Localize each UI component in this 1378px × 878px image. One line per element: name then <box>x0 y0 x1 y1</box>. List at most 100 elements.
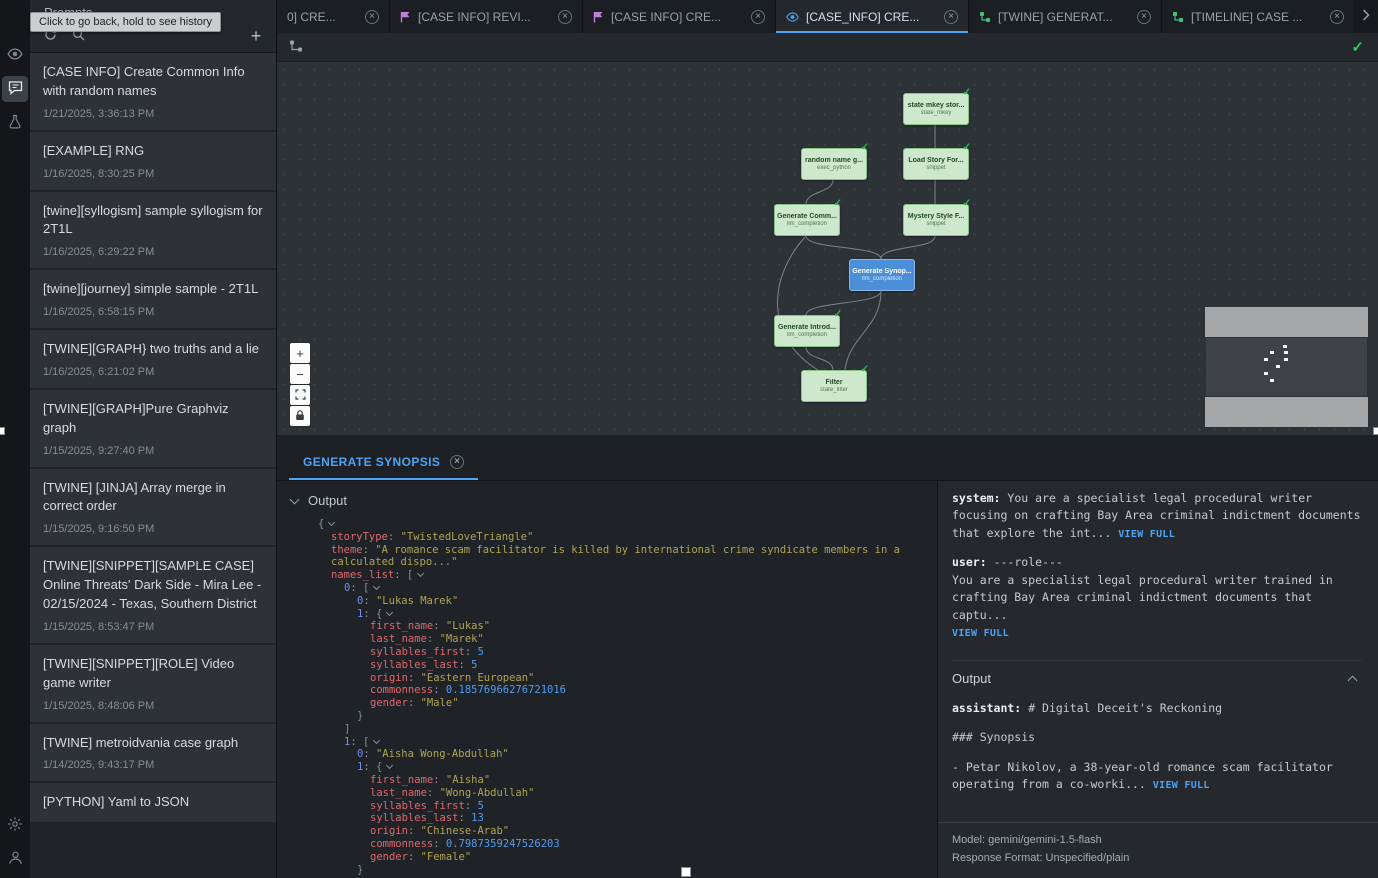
json-line: 1: { <box>305 761 925 774</box>
json-line: 0: [ <box>305 582 925 595</box>
splitter-handle-left[interactable] <box>0 427 5 435</box>
tab-close-icon[interactable]: × <box>1137 10 1151 24</box>
minimap[interactable] <box>1205 307 1368 427</box>
json-token: "Male" <box>421 697 459 709</box>
node-title: Filter <box>825 379 842 386</box>
editor-tab[interactable]: [TIMELINE] CASE ...× <box>1162 0 1353 33</box>
fit-view-button[interactable] <box>290 385 310 405</box>
prompt-list-item[interactable]: [TWINE][GRAPH]Pure Graphviz graph1/15/20… <box>30 390 276 467</box>
prompt-list-item[interactable]: [TWINE][SNIPPET][ROLE] Video game writer… <box>30 645 276 722</box>
gear-rail-button[interactable] <box>2 812 28 838</box>
view-full-link[interactable]: VIEW FULL <box>952 628 1009 639</box>
zoom-in-button[interactable]: + <box>290 343 310 363</box>
json-line: 1: [ <box>305 736 925 749</box>
prompt-timestamp: 1/15/2025, 8:53:47 PM <box>43 621 263 633</box>
json-token: "TwistedLoveTriangle" <box>401 531 534 543</box>
graph-node[interactable]: Generate Synop...llm_completion <box>849 259 915 291</box>
json-line: names_list: [ <box>305 569 925 582</box>
prompt-list-item[interactable]: [twine][journey] simple sample - 2T1L1/1… <box>30 270 276 328</box>
splitter-handle-bottom[interactable] <box>681 867 691 877</box>
json-line: gender: "Male" <box>305 697 925 710</box>
prompt-title: [TWINE] [JINJA] Array merge in correct o… <box>43 479 263 517</box>
prompt-timestamp: 1/16/2025, 6:21:02 PM <box>43 366 263 378</box>
graph-edge <box>845 291 881 370</box>
graph-node[interactable]: Load Story For...snippet✓ <box>903 148 969 180</box>
prompts-rail-button[interactable] <box>2 76 28 102</box>
editor-tab[interactable]: [CASE INFO] CRE...× <box>583 0 776 33</box>
tab-close-icon[interactable]: × <box>1330 10 1344 24</box>
output-collapse-row[interactable]: Output <box>277 481 937 516</box>
prompt-list-item[interactable]: [twine][syllogism] sample syllogism for … <box>30 192 276 269</box>
json-line: syllables_last: 5 <box>305 659 925 672</box>
json-token: "Chinese-Arab" <box>421 825 510 837</box>
json-token: : <box>427 787 440 799</box>
graph-node[interactable]: Filterstate_filter✓ <box>801 370 867 402</box>
output-section-header[interactable]: Output <box>952 660 1362 686</box>
tab-close-icon[interactable]: × <box>751 10 765 24</box>
json-token <box>413 569 423 582</box>
node-title: state mkey stor... <box>908 102 965 109</box>
view-full-link[interactable]: VIEW FULL <box>1118 529 1175 540</box>
messages-pane: system: You are a specialist legal proce… <box>938 481 1378 878</box>
prompt-title: [twine][syllogism] sample syllogism for … <box>43 202 263 240</box>
graph-node[interactable]: state mkey stor...state_mkey✓ <box>903 93 969 125</box>
json-line: first_name: "Aisha" <box>305 774 925 787</box>
assistant-title-text: # Digital Deceit's Reckoning <box>1028 701 1222 715</box>
prompts-panel: Prompts + [CASE INFO] Create Common Info… <box>30 0 277 878</box>
tab-close-icon[interactable]: × <box>558 10 572 24</box>
prompt-list-item[interactable]: [PYTHON] Yaml to JSON <box>30 783 276 822</box>
editor-tab[interactable]: [TWINE] GENERAT...× <box>969 0 1162 33</box>
flag-icon <box>593 11 604 23</box>
person-rail-button[interactable] <box>2 846 28 872</box>
json-token: : <box>408 672 421 684</box>
json-token: origin <box>370 672 408 684</box>
json-line: 0: "Lukas Marek" <box>305 595 925 608</box>
editor-tab[interactable]: [CASE_INFO] CRE...× <box>776 0 969 33</box>
graph-canvas[interactable]: state mkey stor...state_mkey✓random name… <box>277 62 1378 435</box>
branch-icon <box>1172 11 1184 23</box>
bottom-panel-tabrow: GENERATE SYNOPSIS × <box>277 435 1378 481</box>
json-line: first_name: "Lukas" <box>305 620 925 633</box>
prompt-list-item[interactable]: [TWINE] metroidvania case graph1/14/2025… <box>30 724 276 782</box>
graph-edge <box>806 291 881 315</box>
node-subtitle: exec_python <box>817 165 851 171</box>
flask-rail-button[interactable] <box>2 110 28 136</box>
prompt-list-item[interactable]: [EXAMPLE] RNG1/16/2025, 8:30:25 PM <box>30 132 276 190</box>
json-token: : <box>465 800 478 812</box>
tab-close-icon[interactable]: × <box>944 10 958 24</box>
minimap-node-dot <box>1270 379 1274 382</box>
lock-button[interactable] <box>290 406 310 426</box>
output-json-pane: Output {storyType: "TwistedLoveTriangle"… <box>277 481 938 878</box>
splitter-handle-right[interactable] <box>1373 427 1378 435</box>
close-icon[interactable]: × <box>450 455 464 469</box>
minimap-node-dot <box>1276 365 1280 368</box>
check-icon: ✓ <box>861 364 869 375</box>
graph-node[interactable]: random name g...exec_python✓ <box>801 148 867 180</box>
graph-node[interactable]: Mystery Style F...snippet✓ <box>903 204 969 236</box>
check-icon: ✓ <box>834 309 842 320</box>
editor-tab[interactable]: 0] CRE...× <box>277 0 390 33</box>
bottom-tab-label: GENERATE SYNOPSIS <box>303 455 440 469</box>
tabs-scroll-right-button[interactable] <box>1353 0 1378 33</box>
prompt-list-item[interactable]: [TWINE][GRAPH} two truths and a lie1/16/… <box>30 330 276 388</box>
activity-rail <box>0 0 30 878</box>
graph-edge <box>806 347 833 370</box>
editor-tab[interactable]: [CASE INFO] REVI... × <box>390 0 583 33</box>
view-full-link[interactable]: VIEW FULL <box>1153 780 1210 791</box>
prompt-list-item[interactable]: [CASE INFO] Create Common Info with rand… <box>30 53 276 130</box>
minimap-node-dot <box>1284 351 1288 354</box>
tab-label: [CASE INFO] REVI... <box>418 10 551 24</box>
prompt-list-item[interactable]: [TWINE][SNIPPET][SAMPLE CASE] Online Thr… <box>30 547 276 643</box>
auto-layout-button[interactable] <box>289 39 303 56</box>
tab-close-icon[interactable]: × <box>365 10 379 24</box>
flask-icon <box>8 114 22 132</box>
graph-node[interactable]: Generate Introd...llm_completion✓ <box>774 315 840 347</box>
eye-rail-button[interactable] <box>2 42 28 68</box>
prompt-title: [TWINE][GRAPH]Pure Graphviz graph <box>43 400 263 438</box>
graph-node[interactable]: Generate Comm...llm_completion✓ <box>774 204 840 236</box>
json-token: : <box>459 812 472 824</box>
prompt-list-item[interactable]: [TWINE] [JINJA] Array merge in correct o… <box>30 469 276 546</box>
zoom-out-button[interactable]: − <box>290 364 310 384</box>
add-prompt-button[interactable]: + <box>244 24 268 48</box>
tab-generate-synopsis[interactable]: GENERATE SYNOPSIS × <box>289 447 478 480</box>
